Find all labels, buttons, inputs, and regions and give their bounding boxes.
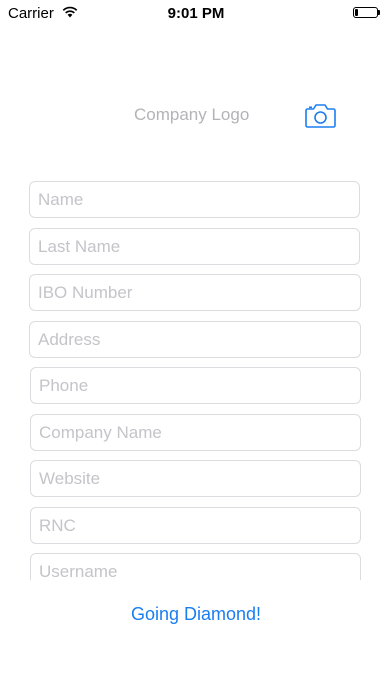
signup-form[interactable] — [0, 170, 392, 580]
name-field[interactable] — [29, 181, 360, 218]
last-name-field[interactable] — [29, 228, 360, 265]
company-name-field[interactable] — [30, 414, 361, 451]
phone-field[interactable] — [30, 367, 361, 404]
status-bar: Carrier 9:01 PM — [0, 0, 392, 28]
ibo-number-field[interactable] — [29, 274, 361, 311]
rnc-field[interactable] — [30, 507, 361, 544]
battery-level — [355, 9, 358, 16]
battery-tip — [378, 10, 380, 15]
going-diamond-button[interactable]: Going Diamond! — [0, 604, 392, 625]
username-field[interactable] — [30, 553, 361, 580]
camera-icon[interactable] — [305, 102, 336, 128]
clock: 9:01 PM — [167, 5, 225, 22]
battery-icon — [353, 7, 378, 18]
address-field[interactable] — [29, 321, 361, 358]
website-field[interactable] — [30, 460, 361, 497]
company-logo-label: Company Logo — [134, 105, 250, 124]
